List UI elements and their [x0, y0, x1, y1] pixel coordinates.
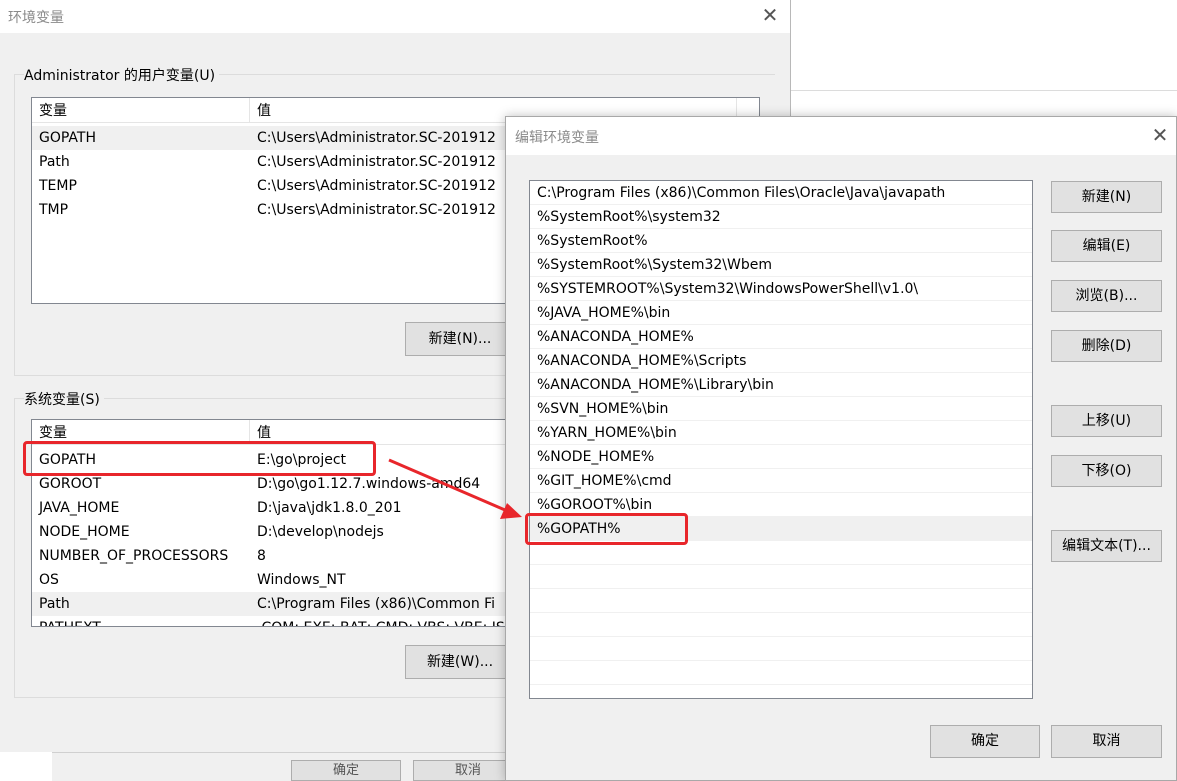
var-value: .COM;.EXE;.BAT;.CMD;.VBS;.VBE;.JS	[250, 616, 505, 626]
background-ok-button[interactable]: 确定	[291, 760, 401, 781]
list-item[interactable]: %SYSTEMROOT%\System32\WindowsPowerShell\…	[530, 277, 1032, 301]
close-icon[interactable]: ✕	[758, 4, 782, 28]
background-divider	[790, 90, 1177, 91]
cancel-button[interactable]: 取消	[1051, 725, 1162, 758]
system-new-button[interactable]: 新建(W)...	[405, 645, 515, 679]
empty-row[interactable]	[530, 661, 1032, 685]
var-value: D:\develop\nodejs	[257, 524, 384, 540]
list-item[interactable]: %NODE_HOME%	[530, 445, 1032, 469]
new-button[interactable]: 新建(N)	[1051, 181, 1162, 213]
delete-button[interactable]: 删除(D)	[1051, 330, 1162, 362]
path-list[interactable]: C:\Program Files (x86)\Common Files\Orac…	[529, 180, 1033, 699]
var-value: D:\java\jdk1.8.0_201	[257, 500, 402, 516]
column-header-variable[interactable]: 变量	[32, 98, 250, 123]
var-value: C:\Program Files (x86)\Common Fi	[257, 596, 496, 612]
var-name: PATHEXT	[32, 616, 101, 626]
list-item[interactable]: %ANACONDA_HOME%\Scripts	[530, 349, 1032, 373]
var-name: GOPATH	[39, 130, 96, 146]
var-name: NUMBER_OF_PROCESSORS	[39, 548, 229, 564]
user-new-button[interactable]: 新建(N)...	[405, 322, 515, 356]
var-name: OS	[39, 572, 59, 588]
system-vars-label: 系统变量(S)	[24, 389, 104, 409]
empty-row[interactable]	[530, 589, 1032, 613]
browse-button[interactable]: 浏览(B)...	[1051, 280, 1162, 312]
var-value: C:\Users\Administrator.SC-201912	[257, 202, 496, 218]
move-down-button[interactable]: 下移(O)	[1051, 455, 1162, 487]
list-item[interactable]: %ANACONDA_HOME%	[530, 325, 1032, 349]
var-name: Path	[39, 596, 70, 612]
var-name: Path	[39, 154, 70, 170]
var-value: Windows_NT	[257, 572, 346, 588]
var-value: C:\Users\Administrator.SC-201912	[257, 130, 496, 146]
list-item[interactable]: %JAVA_HOME%\bin	[530, 301, 1032, 325]
var-name: TMP	[39, 202, 69, 218]
edit-env-var-dialog: 编辑环境变量 ✕ C:\Program Files (x86)\Common F…	[505, 116, 1177, 781]
var-value: C:\Users\Administrator.SC-201912	[257, 154, 496, 170]
list-item[interactable]: %SystemRoot%\system32	[530, 205, 1032, 229]
user-vars-label: Administrator 的用户变量(U)	[24, 65, 220, 85]
ok-button[interactable]: 确定	[930, 725, 1040, 758]
var-value: C:\Users\Administrator.SC-201912	[257, 178, 496, 194]
window-title: 环境变量	[8, 10, 64, 26]
empty-row[interactable]	[530, 565, 1032, 589]
edit-text-button[interactable]: 编辑文本(T)...	[1051, 530, 1162, 562]
list-item[interactable]: %SystemRoot%	[530, 229, 1032, 253]
list-item[interactable]: %YARN_HOME%\bin	[530, 421, 1032, 445]
var-name: NODE_HOME	[39, 524, 130, 540]
annotation-box-gopath-var	[23, 441, 376, 476]
list-item[interactable]: %SVN_HOME%\bin	[530, 397, 1032, 421]
var-name: JAVA_HOME	[39, 500, 120, 516]
close-icon[interactable]: ✕	[1148, 124, 1172, 148]
list-item[interactable]: %ANACONDA_HOME%\Library\bin	[530, 373, 1032, 397]
move-up-button[interactable]: 上移(U)	[1051, 405, 1162, 437]
var-name: TEMP	[39, 178, 77, 194]
dialog-title-bar: 编辑环境变量 ✕	[506, 117, 1176, 155]
list-item[interactable]: %SystemRoot%\System32\Wbem	[530, 253, 1032, 277]
list-item[interactable]: %GIT_HOME%\cmd	[530, 469, 1032, 493]
edit-button[interactable]: 编辑(E)	[1051, 230, 1162, 262]
title-bar: 环境变量 ✕	[0, 0, 790, 33]
dialog-title: 编辑环境变量	[515, 130, 599, 146]
var-value: 8	[257, 548, 266, 564]
annotation-box-gopath-path	[525, 513, 688, 545]
empty-row[interactable]	[530, 637, 1032, 661]
empty-row[interactable]	[530, 613, 1032, 637]
list-item[interactable]: C:\Program Files (x86)\Common Files\Orac…	[530, 181, 1032, 205]
